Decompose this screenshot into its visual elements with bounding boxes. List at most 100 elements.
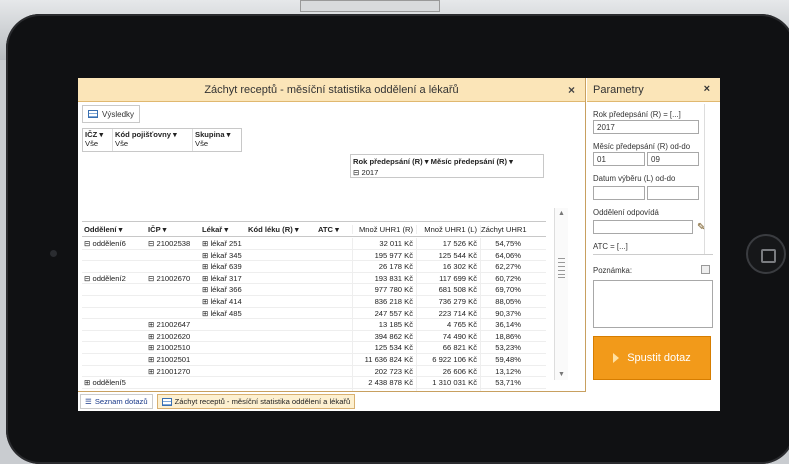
row-icp[interactable] [148, 308, 202, 319]
divider [593, 254, 713, 255]
table-row[interactable]: ⊞ oddělení5 2 438 878 Kč 1 310 031 Kč 53,71… [82, 377, 546, 389]
tab-zachyt-receptu[interactable]: Záchyt receptů - měsíční statistika oddě… [156, 394, 356, 409]
tab-vysledky[interactable]: Výsledky [82, 105, 141, 123]
table-row[interactable]: ⊞ lékař 639 26 178 Kč 16 302 Kč 62,27% [82, 261, 546, 273]
row-lekar[interactable]: ⊞ lékař 414 [202, 296, 352, 307]
datum-from-input[interactable] [593, 186, 645, 200]
table-row[interactable]: ⊞ lékař 485 247 557 Kč 223 714 Kč 90,37% [82, 307, 546, 320]
row-oddeleni[interactable]: ⊟ oddělení6 [82, 238, 148, 249]
year-expander[interactable]: ⊟ 2017 [351, 168, 543, 177]
scroll-down-icon[interactable]: ▼ [558, 371, 565, 378]
mesic-to-input[interactable]: 09 [647, 152, 699, 166]
poznamka-textarea[interactable] [593, 280, 713, 328]
row-icp[interactable] [148, 250, 202, 261]
row-mnoz-r: 32 011 Kč [352, 238, 416, 249]
datum-to-input[interactable] [647, 186, 699, 200]
row-lekar[interactable]: ⊞ lékař 345 [202, 250, 352, 261]
row-icp[interactable]: ⊟ 21002538 [148, 238, 202, 249]
row-mnoz-l: 1 310 031 Kč [416, 377, 480, 388]
datum-label: Datum výběru (L) od-do [593, 174, 676, 183]
row-oddeleni[interactable] [82, 296, 148, 307]
row-icp[interactable] [148, 377, 202, 388]
table-row[interactable]: ⊞ 21002501 11 636 824 Kč 6 922 106 Kč 59,48… [82, 353, 546, 366]
close-icon[interactable]: × [704, 83, 710, 95]
row-icp[interactable]: ⊞ 21002647 [148, 319, 202, 330]
tab-bar: Výsledky [78, 102, 585, 126]
table-row[interactable]: ⊞ lékař 366 977 780 Kč 681 508 Kč 69,70% [82, 284, 546, 296]
row-oddeleni[interactable] [82, 366, 148, 377]
row-lekar[interactable] [202, 377, 352, 388]
row-oddeleni[interactable] [82, 284, 148, 295]
row-icp[interactable]: ⊞ 21001270 [148, 366, 202, 377]
row-oddeleni[interactable] [82, 342, 148, 353]
table-row[interactable]: ⊟ oddělení6 ⊟ 21002538 ⊞ lékař 251 32 011 K… [82, 238, 546, 250]
header-atc[interactable]: ATC ▾ [318, 225, 352, 234]
oddeleni-input[interactable] [593, 220, 693, 234]
row-lekar[interactable] [202, 354, 352, 365]
row-lekar[interactable]: ⊞ lékař 317 [202, 273, 352, 284]
row-mnoz-l: 74 490 Kč [416, 330, 480, 342]
vertical-scrollbar[interactable]: ▲ ▼ [554, 208, 568, 380]
parameters-scrollbar[interactable] [704, 104, 716, 254]
filter-skupina[interactable]: Skupina ▾ Vše [193, 129, 241, 151]
filter-icz[interactable]: IČZ ▾ Vše [83, 129, 113, 151]
row-icp[interactable]: ⊞ 21002510 [148, 342, 202, 353]
tab-label: Seznam dotazů [94, 397, 148, 406]
note-toggle-icon[interactable] [701, 265, 710, 274]
table-row[interactable]: ⊞ 21002620 394 862 Kč 74 490 Kč 18,86% [82, 330, 546, 343]
row-icp[interactable]: ⊞ 21002501 [148, 354, 202, 365]
table-row[interactable]: ⊞ lékař 345 195 977 Kč 125 544 Kč 64,06% [82, 249, 546, 262]
row-lekar[interactable] [202, 319, 352, 330]
row-mnoz-r: 836 218 Kč [352, 295, 416, 307]
parameters-title: Parametry [593, 83, 644, 96]
row-zachyt: 13,12% [480, 365, 524, 377]
row-lekar[interactable] [202, 342, 352, 353]
row-lekar[interactable] [202, 331, 352, 342]
row-oddeleni[interactable] [82, 331, 148, 342]
window-title: Záchyt receptů - měsíční statistika oddě… [204, 83, 459, 96]
rok-input[interactable]: 2017 [593, 120, 699, 134]
row-icp[interactable] [148, 261, 202, 272]
row-oddeleni[interactable] [82, 308, 148, 319]
filter-kod-pojistovny[interactable]: Kód pojišťovny ▾ Vše [113, 129, 193, 151]
rok-label: Rok předepsání (R) = [...] [593, 110, 681, 119]
row-mnoz-r: 125 534 Kč [352, 342, 416, 353]
header-kod-leku[interactable]: Kód léku (R) ▾ [248, 225, 318, 234]
row-icp[interactable]: ⊞ 21002620 [148, 331, 202, 342]
row-oddeleni[interactable] [82, 319, 148, 330]
row-icp[interactable] [148, 296, 202, 307]
spustit-dotaz-button[interactable]: Spustit dotaz [593, 336, 711, 380]
table-row[interactable]: ⊟ oddělení2 ⊟ 21002670 ⊞ lékař 317 193 831 … [82, 272, 546, 285]
scroll-thumb[interactable] [558, 258, 565, 278]
header-lekar[interactable]: Lékař ▾ [202, 225, 248, 234]
tab-seznam-dotazu[interactable]: ☰ Seznam dotazů [80, 394, 153, 409]
row-oddeleni[interactable] [82, 250, 148, 261]
row-lekar[interactable]: ⊞ lékař 366 [202, 284, 352, 295]
header-icp[interactable]: IČP ▾ [148, 225, 202, 234]
row-lekar[interactable]: ⊞ lékař 251 [202, 238, 352, 249]
row-oddeleni[interactable]: ⊞ oddělení5 [82, 377, 148, 388]
table-row[interactable]: ⊞ lékař 414 836 218 Kč 736 279 Kč 88,05% [82, 295, 546, 308]
row-lekar[interactable] [202, 366, 352, 377]
row-zachyt: 64,06% [480, 249, 524, 261]
row-oddeleni[interactable] [82, 354, 148, 365]
row-lekar[interactable]: ⊞ lékař 639 [202, 261, 352, 272]
row-oddeleni[interactable] [82, 261, 148, 272]
row-oddeleni[interactable]: ⊟ oddělení2 [82, 273, 148, 284]
row-icp[interactable]: ⊟ 21002670 [148, 273, 202, 284]
mesic-from-input[interactable]: 01 [593, 152, 645, 166]
scroll-up-icon[interactable]: ▲ [558, 210, 565, 217]
row-lekar[interactable]: ⊞ lékař 485 [202, 308, 352, 319]
column-header: Rok předepsání (R) ▾ Měsíc předepsání (R… [350, 154, 544, 178]
pencil-icon[interactable]: ✎ [697, 222, 705, 233]
pivot-rows: ⊟ oddělení6 ⊟ 21002538 ⊞ lékař 251 32 011 K… [82, 238, 546, 401]
row-icp[interactable] [148, 284, 202, 295]
home-button-icon[interactable] [746, 234, 786, 274]
header-oddeleni[interactable]: Oddělení ▾ [82, 225, 148, 234]
column-fields[interactable]: Rok předepsání (R) ▾ Měsíc předepsání (R… [351, 155, 543, 168]
row-mnoz-r: 195 977 Kč [352, 249, 416, 261]
close-icon[interactable]: × [568, 83, 575, 97]
table-row[interactable]: ⊞ 21002647 13 185 Kč 4 765 Kč 36,14% [82, 319, 546, 331]
table-row[interactable]: ⊞ 21001270 202 723 Kč 26 606 Kč 13,12% [82, 365, 546, 378]
table-row[interactable]: ⊞ 21002510 125 534 Kč 66 821 Kč 53,23% [82, 342, 546, 354]
